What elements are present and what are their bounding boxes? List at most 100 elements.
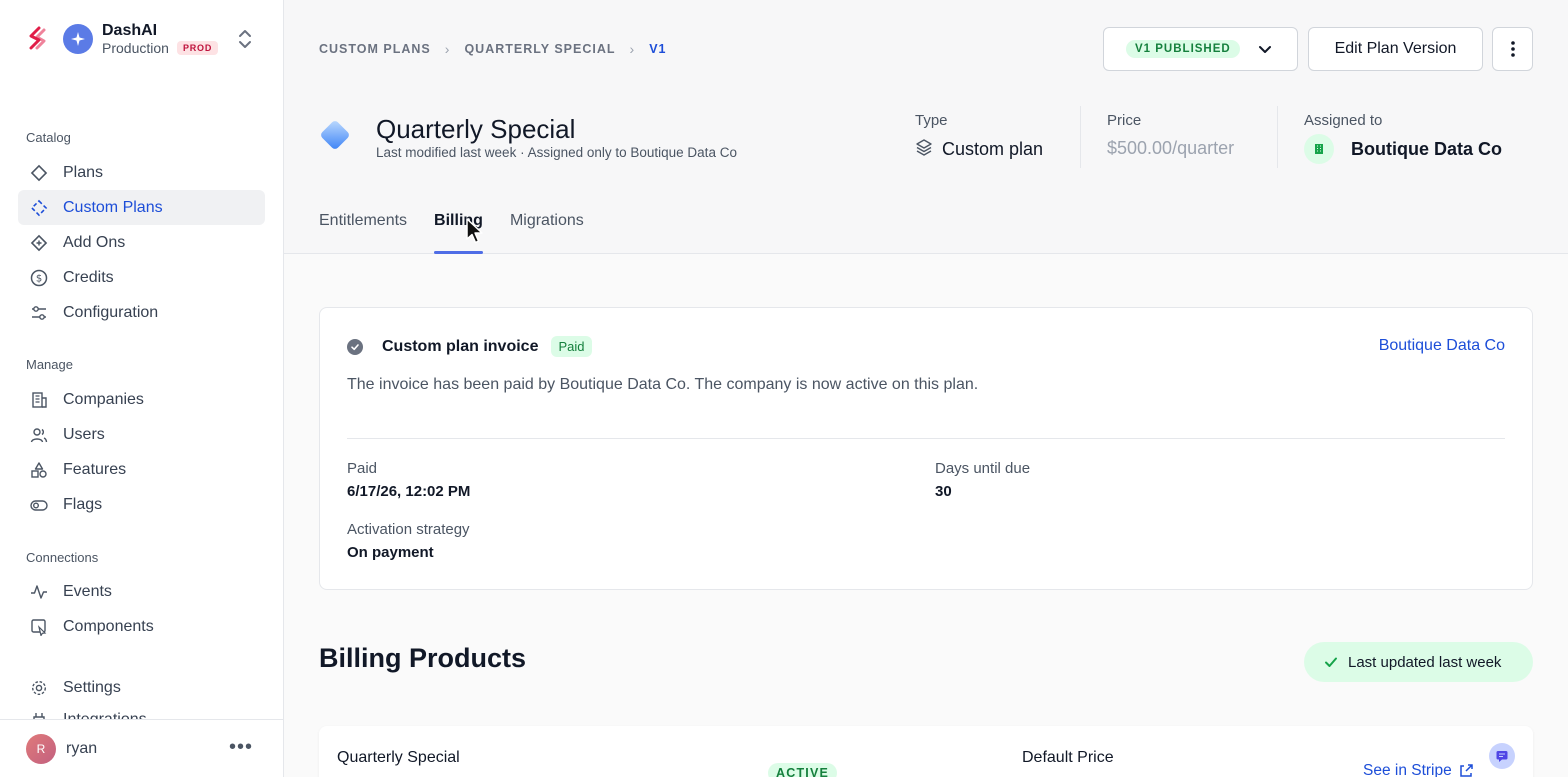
activation-value: On payment — [347, 544, 434, 561]
invoice-description: The invoice has been paid by Boutique Da… — [347, 376, 979, 393]
version-select[interactable]: V1 PUBLISHED — [1103, 27, 1298, 71]
sidebar-item-label: Flags — [63, 495, 103, 513]
plan-diamond-icon — [317, 117, 353, 153]
last-updated-badge: Last updated last week — [1304, 642, 1533, 682]
sidebar-item-label: Credits — [63, 268, 114, 286]
chevron-down-icon — [1257, 41, 1273, 62]
sidebar-item-label: Add Ons — [63, 233, 126, 251]
divider — [1277, 106, 1278, 168]
days-until-due-field: Days until due 30 — [935, 460, 1030, 500]
billing-product-row: Quarterly Special ACTIVE Default Price S… — [319, 726, 1533, 777]
sidebar-item-components[interactable]: Components — [18, 609, 265, 644]
default-price-label: Default Price — [1022, 749, 1114, 766]
tab-migrations[interactable]: Migrations — [510, 212, 584, 254]
org-avatar-icon — [63, 24, 93, 54]
version-status-badge: V1 PUBLISHED — [1126, 40, 1240, 58]
price-label: Price — [1107, 112, 1142, 129]
custom-plan-icon — [30, 199, 48, 217]
sliders-icon — [30, 304, 48, 322]
user-name: ryan — [66, 739, 98, 757]
avatar: R — [26, 733, 56, 764]
paid-field: Paid 6/17/26, 12:02 PM — [347, 460, 470, 500]
toggle-icon — [30, 496, 48, 514]
more-horizontal-icon[interactable]: ••• — [229, 737, 253, 757]
org-name: DashAI — [102, 21, 158, 39]
org-environment: Production — [102, 39, 169, 56]
layers-icon — [915, 138, 933, 161]
more-actions-button[interactable] — [1492, 27, 1533, 71]
plan-type: Type Custom plan — [915, 112, 1043, 170]
days-value: 30 — [935, 483, 952, 500]
billing-products-heading: Billing Products — [319, 643, 527, 673]
sidebar-item-configuration[interactable]: Configuration — [18, 295, 265, 330]
org-switcher[interactable]: DashAI Production PROD — [26, 20, 258, 58]
check-icon — [1325, 657, 1337, 667]
sidebar-item-plans[interactable]: Plans — [18, 155, 265, 190]
chevron-right-icon: › — [629, 41, 636, 57]
plan-header: CUSTOM PLANS › QUARTERLY SPECIAL › V1 V1… — [284, 0, 1568, 254]
component-icon — [30, 618, 48, 636]
sidebar-item-label: Plans — [63, 163, 104, 181]
edit-plan-version-button[interactable]: Edit Plan Version — [1308, 27, 1483, 71]
nav-section-catalog: Catalog — [26, 130, 71, 145]
sidebar-item-label: Integrations — [63, 711, 147, 719]
sidebar-item-add-ons[interactable]: Add Ons — [18, 225, 265, 260]
nav-section-connections: Connections — [26, 550, 99, 565]
sidebar-item-label: Configuration — [63, 303, 159, 321]
chat-icon[interactable] — [1489, 743, 1515, 769]
sidebar-item-label: Features — [63, 460, 127, 478]
breadcrumb-custom-plans[interactable]: CUSTOM PLANS — [319, 42, 431, 56]
tab-bar: Entitlements Billing Migrations — [319, 212, 611, 254]
sidebar-item-label: Settings — [63, 678, 121, 696]
check-circle-icon — [347, 338, 363, 355]
sidebar-item-credits[interactable]: $ Credits — [18, 260, 265, 295]
sidebar-item-label: Companies — [63, 390, 144, 408]
sidebar-item-label: Components — [63, 617, 154, 635]
tab-entitlements[interactable]: Entitlements — [319, 212, 407, 254]
plan-assigned-to: Assigned to Boutique Data Co — [1304, 112, 1502, 170]
sidebar-item-events[interactable]: Events — [18, 574, 265, 609]
app-logo-icon — [26, 24, 50, 54]
svg-text:$: $ — [36, 273, 42, 284]
sidebar-item-custom-plans[interactable]: Custom Plans — [18, 190, 265, 225]
chevron-up-down-icon[interactable] — [236, 26, 254, 52]
assigned-label: Assigned to — [1304, 112, 1383, 129]
addon-diamond-icon — [30, 234, 48, 252]
product-status-badge: ACTIVE — [768, 763, 838, 777]
type-value: Custom plan — [942, 139, 1044, 159]
chevron-right-icon: › — [444, 41, 451, 57]
paid-label: Paid — [347, 460, 378, 477]
invoice-company-link[interactable]: Boutique Data Co — [1379, 337, 1505, 355]
breadcrumb-quarterly-special[interactable]: QUARTERLY SPECIAL — [464, 42, 615, 56]
building-icon — [30, 391, 48, 409]
shapes-icon — [30, 461, 48, 479]
users-icon — [30, 426, 48, 444]
sidebar-item-companies[interactable]: Companies — [18, 382, 265, 417]
assigned-company-link[interactable]: Boutique Data Co — [1351, 139, 1502, 160]
sidebar-item-integrations[interactable]: Integrations — [18, 705, 265, 719]
price-value: $500.00/quarter — [1107, 138, 1235, 158]
sidebar-item-settings[interactable]: Settings — [18, 670, 265, 705]
last-updated-text: Last updated last week — [1348, 653, 1502, 671]
divider — [347, 438, 1505, 439]
dollar-circle-icon: $ — [30, 269, 48, 287]
sidebar-item-users[interactable]: Users — [18, 417, 265, 452]
sidebar-item-label: Events — [63, 582, 112, 600]
gear-icon — [30, 679, 48, 697]
plug-icon — [30, 711, 48, 719]
activation-strategy-field: Activation strategy On payment — [347, 521, 470, 561]
sidebar-item-flags[interactable]: Flags — [18, 487, 265, 522]
env-badge: PROD — [176, 41, 219, 55]
breadcrumb-current-version: V1 — [649, 42, 667, 56]
company-building-icon — [1304, 134, 1334, 164]
tab-billing[interactable]: Billing — [434, 212, 483, 254]
sidebar-item-features[interactable]: Features — [18, 452, 265, 487]
activity-icon — [30, 583, 48, 601]
plan-price: Price $500.00/quarter — [1107, 112, 1234, 170]
more-vertical-icon — [1510, 41, 1515, 57]
billing-tab-content: Custom plan invoice Paid Boutique Data C… — [284, 254, 1568, 777]
sidebar: DashAI Production PROD Catalog Plans Cus… — [0, 0, 284, 777]
user-menu[interactable]: R ryan ••• — [0, 719, 283, 777]
see-in-stripe-link[interactable]: See in Stripe — [1363, 762, 1474, 777]
sidebar-item-label: Users — [63, 425, 105, 443]
